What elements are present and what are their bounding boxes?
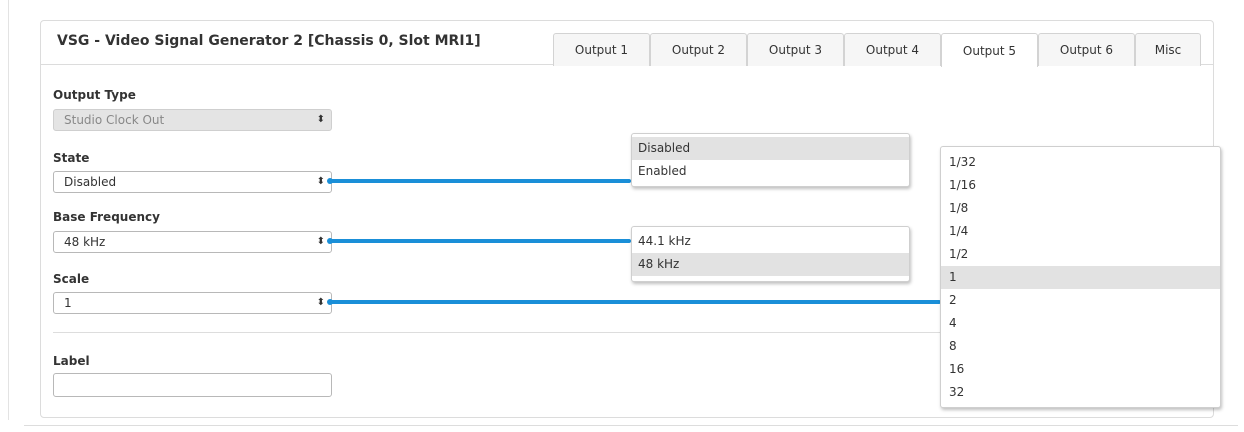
scale-option[interactable]: 1/16 bbox=[941, 174, 1220, 197]
panel-header: VSG - Video Signal Generator 2 [Chassis … bbox=[41, 21, 1213, 67]
scale-option-selected[interactable]: 1 bbox=[941, 266, 1220, 289]
tab-misc[interactable]: Misc bbox=[1135, 33, 1201, 66]
state-option-disabled[interactable]: Disabled bbox=[632, 137, 909, 160]
state-option-enabled[interactable]: Enabled bbox=[632, 160, 909, 183]
label-field-label: Label bbox=[53, 354, 90, 368]
scale-option[interactable]: 32 bbox=[941, 381, 1220, 404]
scale-connector-dot bbox=[327, 299, 333, 305]
scale-option[interactable]: 1/2 bbox=[941, 243, 1220, 266]
state-value: Disabled bbox=[64, 175, 117, 189]
state-label: State bbox=[53, 151, 90, 165]
select-arrows-icon: ⬍ bbox=[316, 176, 325, 187]
scale-option[interactable]: 8 bbox=[941, 335, 1220, 358]
output-type-value: Studio Clock Out bbox=[64, 113, 165, 127]
output-type-label: Output Type bbox=[53, 88, 136, 102]
output-type-select[interactable]: Studio Clock Out ⬍ bbox=[53, 109, 332, 131]
select-arrows-icon: ⬍ bbox=[316, 114, 325, 125]
state-dropdown: Disabled Enabled bbox=[631, 133, 910, 187]
scale-connector-line bbox=[329, 300, 941, 304]
scale-option[interactable]: 16 bbox=[941, 358, 1220, 381]
page-left-border bbox=[8, 0, 9, 420]
base-frequency-label: Base Frequency bbox=[53, 210, 160, 224]
tab-output-3[interactable]: Output 3 bbox=[747, 33, 844, 66]
tab-output-1[interactable]: Output 1 bbox=[553, 33, 650, 66]
scale-dropdown: 1/32 1/16 1/8 1/4 1/2 1 2 4 8 16 32 bbox=[940, 146, 1221, 408]
base-frequency-dropdown: 44.1 kHz 48 kHz bbox=[631, 226, 910, 282]
scale-option[interactable]: 4 bbox=[941, 312, 1220, 335]
select-arrows-icon: ⬍ bbox=[316, 236, 325, 247]
frequency-connector-line bbox=[329, 239, 631, 243]
scale-select[interactable]: 1 ⬍ bbox=[53, 292, 332, 314]
scale-option[interactable]: 2 bbox=[941, 289, 1220, 312]
panel-title: VSG - Video Signal Generator 2 [Chassis … bbox=[57, 33, 481, 49]
frequency-connector-dot bbox=[327, 238, 333, 244]
state-connector-line bbox=[329, 179, 631, 183]
scale-value: 1 bbox=[64, 296, 72, 310]
label-input[interactable] bbox=[53, 373, 332, 397]
output-tabs: Output 1 Output 2 Output 3 Output 4 Outp… bbox=[553, 33, 1201, 67]
frequency-option-48[interactable]: 48 kHz bbox=[632, 253, 909, 276]
tab-output-4[interactable]: Output 4 bbox=[844, 33, 941, 66]
scale-option[interactable]: 1/8 bbox=[941, 197, 1220, 220]
scale-label: Scale bbox=[53, 272, 90, 286]
base-frequency-select[interactable]: 48 kHz ⬍ bbox=[53, 231, 332, 253]
scale-option[interactable]: 1/4 bbox=[941, 220, 1220, 243]
base-frequency-value: 48 kHz bbox=[64, 235, 106, 249]
tab-output-5[interactable]: Output 5 bbox=[941, 33, 1038, 67]
scale-option[interactable]: 1/32 bbox=[941, 151, 1220, 174]
select-arrows-icon: ⬍ bbox=[316, 297, 325, 308]
state-select[interactable]: Disabled ⬍ bbox=[53, 171, 332, 193]
page-bottom-divider bbox=[24, 425, 1238, 426]
frequency-option-44-1[interactable]: 44.1 kHz bbox=[632, 230, 909, 253]
state-connector-dot bbox=[327, 178, 333, 184]
tab-output-6[interactable]: Output 6 bbox=[1038, 33, 1135, 66]
tab-output-2[interactable]: Output 2 bbox=[650, 33, 747, 66]
